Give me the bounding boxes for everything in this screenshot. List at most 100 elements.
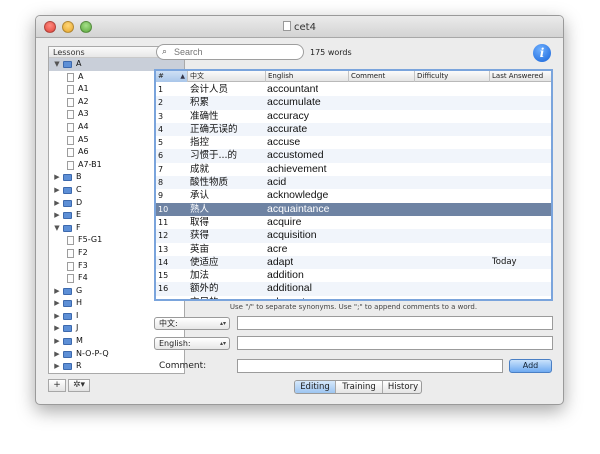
disclosure-closed-icon[interactable]: ▶ bbox=[53, 209, 61, 222]
row-number: 16 bbox=[158, 284, 169, 294]
sidebar-item-label: H bbox=[76, 298, 83, 308]
title-bar: cet4 bbox=[36, 16, 563, 38]
disclosure-closed-icon[interactable]: ▶ bbox=[53, 360, 61, 373]
sidebar-item-label: N-O-P-Q bbox=[76, 348, 109, 358]
english-cell: accustomed bbox=[267, 149, 324, 162]
chinese-cell: 正确无误的 bbox=[190, 123, 238, 135]
disclosure-closed-icon[interactable]: ▶ bbox=[53, 197, 61, 210]
folder-icon bbox=[63, 174, 72, 182]
table-row[interactable]: 3 准确性 accuracy bbox=[156, 110, 551, 123]
last-answered-cell: Today bbox=[492, 256, 517, 267]
table-row[interactable]: 5 指控 accuse bbox=[156, 136, 551, 149]
disclosure-closed-icon[interactable]: ▶ bbox=[53, 285, 61, 298]
lesson-file-icon bbox=[67, 261, 74, 271]
column-header-chinese[interactable]: 中文 bbox=[188, 71, 266, 82]
disclosure-closed-icon[interactable]: ▶ bbox=[53, 310, 61, 323]
add-lesson-button[interactable]: + bbox=[48, 379, 66, 392]
english-input[interactable] bbox=[237, 336, 553, 350]
column-header-difficulty[interactable]: Difficulty bbox=[415, 71, 490, 82]
table-row[interactable]: 14 使适应 adapt Today bbox=[156, 255, 551, 270]
row-number: 9 bbox=[158, 191, 164, 201]
row-number: 12 bbox=[158, 231, 169, 241]
table-row[interactable]: 4 正确无误的 accurate bbox=[156, 122, 551, 137]
lesson-file-icon bbox=[67, 274, 74, 284]
sidebar-item-label: M bbox=[76, 336, 83, 346]
chinese-input[interactable] bbox=[237, 316, 553, 330]
sidebar-item-label: C bbox=[76, 184, 82, 194]
sidebar-item-label: F bbox=[76, 222, 81, 232]
document-icon bbox=[283, 21, 292, 31]
tab-editing[interactable]: Editing bbox=[295, 381, 336, 393]
table-row[interactable]: 16 额外的 additional bbox=[156, 282, 551, 296]
search-input[interactable] bbox=[174, 46, 299, 58]
table-row[interactable]: 12 获得 acquisition bbox=[156, 229, 551, 243]
disclosure-closed-icon[interactable]: ▶ bbox=[53, 297, 61, 310]
english-cell: accuracy bbox=[267, 109, 310, 122]
chinese-cell: 酸性物质 bbox=[190, 177, 229, 189]
table-row[interactable]: 7 成就 achievement bbox=[156, 163, 551, 176]
sidebar-item-label: A bbox=[76, 59, 82, 68]
tab-history[interactable]: History bbox=[383, 381, 421, 393]
folder-icon bbox=[63, 338, 72, 346]
lesson-file-icon bbox=[67, 72, 74, 82]
english-cell: adapt bbox=[267, 255, 294, 268]
disclosure-closed-icon[interactable]: ▶ bbox=[53, 348, 61, 361]
disclosure-closed-icon[interactable]: ▶ bbox=[53, 335, 61, 348]
select-arrows-icon: ▴▾ bbox=[219, 340, 226, 347]
column-header-number[interactable]: # ▲ bbox=[156, 71, 188, 82]
folder-icon bbox=[63, 287, 72, 295]
lesson-file-icon bbox=[67, 148, 74, 158]
word-table[interactable]: # ▲ 中文 English Comment Difficulty Last An… bbox=[154, 69, 553, 301]
disclosure-open-icon[interactable]: ▼ bbox=[53, 58, 61, 71]
folder-icon bbox=[63, 312, 72, 320]
disclosure-closed-icon[interactable]: ▶ bbox=[53, 184, 61, 197]
chinese-cell: 英亩 bbox=[190, 243, 210, 255]
column-header-last-answered[interactable]: Last Answered bbox=[490, 71, 551, 82]
sidebar-item-label: G bbox=[76, 285, 83, 295]
table-row[interactable]: 10 熟人 acquaintance bbox=[156, 202, 551, 216]
chinese-field-select[interactable]: 中文: ▴▾ bbox=[154, 317, 230, 330]
sidebar-item-label: J bbox=[76, 323, 79, 333]
english-cell: accumulate bbox=[267, 96, 321, 109]
table-body: 1 会计人员 accountant 2 积累 accumulate 3 准确性 accuracy… bbox=[156, 83, 551, 299]
table-row[interactable]: 2 积累 accumulate bbox=[156, 96, 551, 110]
english-cell: acquire bbox=[267, 215, 302, 228]
column-header-comment[interactable]: Comment bbox=[349, 71, 415, 82]
lesson-file-icon bbox=[67, 135, 74, 145]
chinese-cell: 积累 bbox=[190, 97, 210, 109]
lesson-file-icon bbox=[67, 110, 74, 120]
tab-training[interactable]: Training bbox=[336, 381, 383, 393]
folder-icon bbox=[63, 212, 72, 220]
disclosure-closed-icon[interactable]: ▶ bbox=[53, 171, 61, 184]
sidebar-item-label: A3 bbox=[78, 109, 89, 119]
chinese-cell: 加法 bbox=[190, 270, 210, 282]
table-row[interactable]: 15 加法 addition bbox=[156, 269, 551, 282]
disclosure-open-icon[interactable]: ▼ bbox=[53, 222, 61, 235]
sort-ascending-icon: ▲ bbox=[180, 73, 185, 80]
word-count: 175 words bbox=[310, 48, 352, 57]
lesson-file-icon bbox=[67, 160, 74, 170]
table-row[interactable]: 8 酸性物质 acid bbox=[156, 176, 551, 190]
row-number: 3 bbox=[158, 111, 164, 121]
lesson-file-icon bbox=[67, 97, 74, 107]
table-row[interactable]: 6 习惯于...的 accustomed bbox=[156, 149, 551, 163]
lesson-file-icon bbox=[67, 248, 74, 258]
row-number: 4 bbox=[158, 124, 164, 134]
sidebar-item-label: F5-G1 bbox=[78, 235, 103, 245]
chinese-cell: 额外的 bbox=[190, 283, 219, 295]
lesson-actions-button[interactable]: ✲▾ bbox=[68, 379, 90, 392]
table-row[interactable]: 11 取得 acquire bbox=[156, 216, 551, 229]
search-field[interactable]: ⌕ bbox=[156, 44, 304, 60]
table-row[interactable]: 13 英亩 acre bbox=[156, 243, 551, 256]
disclosure-closed-icon[interactable]: ▶ bbox=[53, 322, 61, 335]
sidebar-item-label: F3 bbox=[78, 260, 88, 270]
table-row[interactable]: 1 会计人员 accountant bbox=[156, 83, 551, 96]
table-row[interactable]: 9 承认 acknowledge bbox=[156, 189, 551, 202]
row-number: 13 bbox=[158, 244, 169, 254]
add-word-button[interactable]: Add bbox=[509, 359, 552, 373]
info-button[interactable]: i bbox=[533, 44, 551, 62]
english-field-select[interactable]: English: ▴▾ bbox=[154, 337, 230, 350]
comment-input[interactable] bbox=[237, 359, 503, 373]
column-header-english[interactable]: English bbox=[266, 71, 349, 82]
table-row[interactable]: 17 充足的 adequate bbox=[156, 296, 551, 299]
